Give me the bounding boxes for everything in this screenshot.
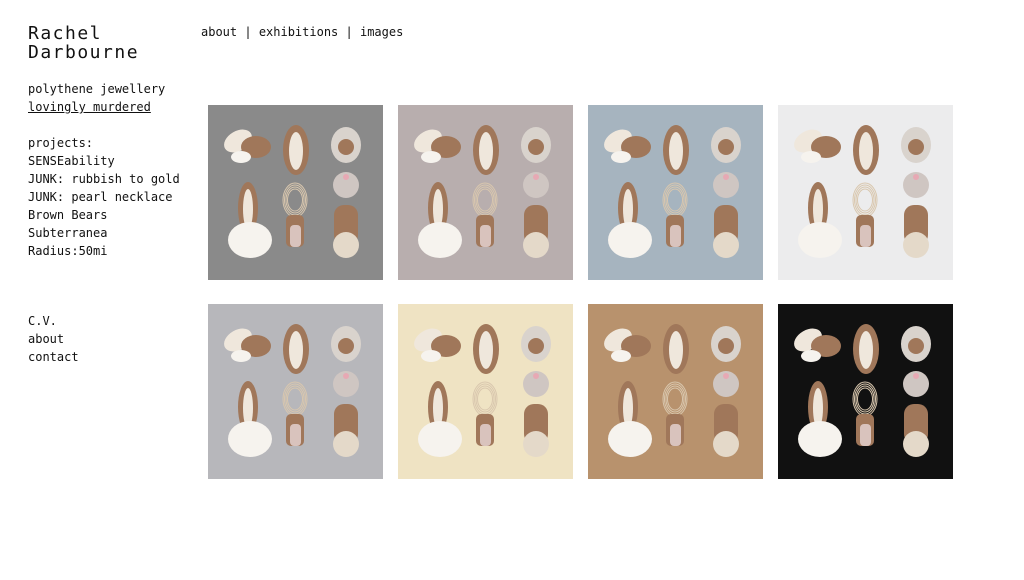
site-title-line1[interactable]: Rachel [28, 24, 139, 43]
footer-nav: C.V. about contact [28, 312, 79, 366]
tagline-line1: polythene jewellery [28, 82, 166, 96]
gallery-image-5[interactable] [208, 304, 383, 479]
tagline-line2[interactable]: lovingly murdered [28, 98, 165, 116]
project-link-junk-pearl-necklace[interactable]: JUNK: pearl necklace [28, 188, 180, 206]
site-title[interactable]: Rachel Darbourne [28, 24, 139, 62]
project-link-subterranea[interactable]: Subterranea [28, 224, 180, 242]
nav-about[interactable]: about [201, 25, 237, 39]
project-link-brown-bears[interactable]: Brown Bears [28, 206, 180, 224]
project-link-senseability[interactable]: SENSEability [28, 152, 180, 170]
gallery-image-2[interactable] [398, 105, 573, 280]
site-title-line2[interactable]: Darbourne [28, 43, 139, 62]
projects-heading: projects: [28, 136, 94, 150]
gallery-image-8[interactable] [778, 304, 953, 479]
tagline: polythene jewellery lovingly murdered [28, 80, 165, 116]
nav-images[interactable]: images [360, 25, 403, 39]
about-link-sidebar[interactable]: about [28, 330, 79, 348]
top-nav: about | exhibitions | images [201, 23, 403, 41]
gallery-image-7[interactable] [588, 304, 763, 479]
gallery-image-1[interactable] [208, 105, 383, 280]
cv-link[interactable]: C.V. [28, 312, 79, 330]
nav-separator: | [338, 25, 360, 39]
gallery-image-3[interactable] [588, 105, 763, 280]
nav-exhibitions[interactable]: exhibitions [259, 25, 338, 39]
project-link-radius-50mi[interactable]: Radius:50mi [28, 242, 180, 260]
project-link-junk-rubbish-to-gold[interactable]: JUNK: rubbish to gold [28, 170, 180, 188]
gallery-image-6[interactable] [398, 304, 573, 479]
nav-separator: | [237, 25, 259, 39]
projects-menu: projects: SENSEability JUNK: rubbish to … [28, 134, 180, 260]
contact-link[interactable]: contact [28, 348, 79, 366]
gallery-image-4[interactable] [778, 105, 953, 280]
